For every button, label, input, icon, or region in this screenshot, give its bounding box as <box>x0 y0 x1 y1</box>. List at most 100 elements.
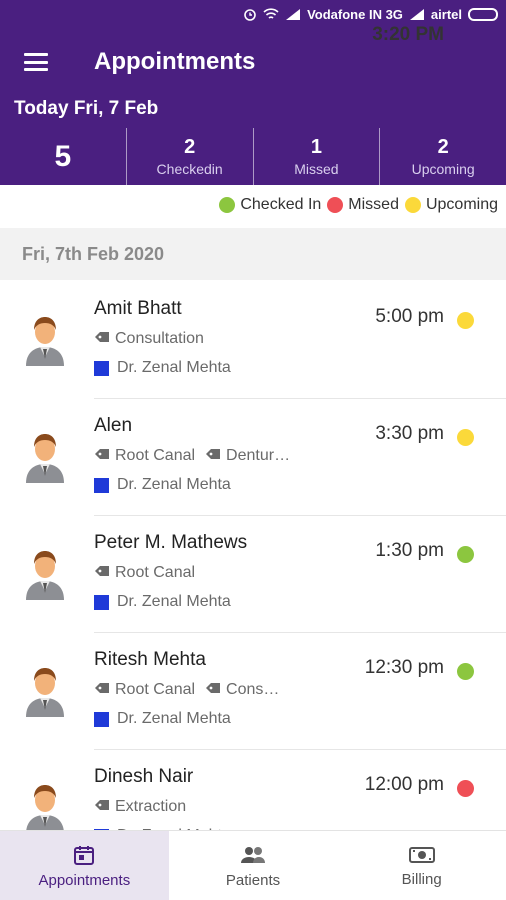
doctor-name: Dr. Zenal Mehta <box>117 359 231 376</box>
stat-total-value: 5 <box>54 139 72 173</box>
stat-value: 2 <box>437 135 449 158</box>
legend-label: Checked In <box>240 196 322 213</box>
appointment-time: 5:00 pm <box>375 306 444 327</box>
procedure-tags: Root Canal Cons… <box>94 681 289 699</box>
doctor-info: Dr. Zenal Mehta <box>94 593 231 611</box>
calendar-icon <box>74 845 95 865</box>
legend-dot-missed <box>327 197 344 213</box>
hamburger-menu-icon <box>24 53 48 71</box>
nav-patients[interactable]: Patients <box>169 831 338 900</box>
appointment-list: Amit Bhatt Consultation Dr. Zenal Mehta 5:0… <box>0 282 506 830</box>
procedure-tags: Root Canal <box>94 564 205 582</box>
appointment-time: 12:00 pm <box>364 774 444 795</box>
legend-label: Upcoming <box>425 196 498 213</box>
nav-billing[interactable]: Billing <box>337 831 506 900</box>
people-icon <box>241 846 265 863</box>
doctor-color-square-icon <box>94 711 109 727</box>
appointment-time: 1:30 pm <box>375 540 444 561</box>
tag-icon <box>205 447 226 465</box>
nav-appointments[interactable]: Appointments <box>0 831 169 900</box>
avatar <box>22 780 68 830</box>
avatar <box>22 663 68 717</box>
signal-icon-2 <box>409 8 424 20</box>
appointment-time: 3:30 pm <box>375 423 444 444</box>
procedure-tag: Root Canal <box>94 447 195 465</box>
tag-icon <box>94 798 115 816</box>
procedure-tags: Root Canal Dentur… <box>94 447 300 465</box>
toolbar: Appointments <box>0 34 506 90</box>
doctor-color-square-icon <box>94 477 109 493</box>
stat-label: Upcoming <box>411 160 475 177</box>
stat-missed[interactable]: 1 Missed <box>252 128 380 185</box>
summary-stats: 5 2 Checkedin 1 Missed 2 Upcoming <box>0 128 506 185</box>
appointment-row[interactable]: Peter M. Mathews Root Canal Dr. Zenal Meht… <box>0 516 506 633</box>
app-header: 3:20 PM Vodafone IN 3G airtel Appointmen… <box>0 0 506 185</box>
procedure-tags: Consultation <box>94 330 214 348</box>
procedure-tag-label: Consultation <box>115 330 204 347</box>
signal-icon <box>286 8 301 20</box>
status-right: Vodafone IN 3G airtel <box>243 7 498 22</box>
appointment-row[interactable]: Dinesh NairExtractionDr. Zenal Mehta12:0… <box>0 750 506 830</box>
doctor-color-square-icon <box>94 594 109 610</box>
money-icon <box>408 846 435 863</box>
procedure-tag: Consultation <box>94 330 204 348</box>
procedure-tag: Cons… <box>205 681 279 699</box>
legend-dot-upcoming <box>404 197 421 213</box>
procedure-tag-label: Root Canal <box>115 681 196 698</box>
procedure-tag: Root Canal <box>94 564 195 582</box>
nav-label: Patients <box>225 871 281 889</box>
stat-label: Missed <box>294 160 339 177</box>
procedure-tag: Extraction <box>94 798 186 816</box>
status-dot <box>457 312 474 329</box>
procedure-tag-label: Extraction <box>115 798 187 815</box>
section-date-label: Fri, 7th Feb 2020 <box>22 243 165 264</box>
patient-name: Amit Bhatt <box>94 298 182 319</box>
legend-dot-checked-in <box>219 197 236 213</box>
tag-icon <box>205 681 226 699</box>
appointment-row[interactable]: Alen Root Canal Dentur… Dr. Zenal Mehta 3:30… <box>0 399 506 516</box>
procedure-tag-label: Dentur… <box>226 447 291 464</box>
section-date-header: Fri, 7th Feb 2020 <box>0 228 506 280</box>
patient-name: Alen <box>94 415 133 436</box>
battery-icon <box>468 7 498 21</box>
procedure-tag-label: Cons… <box>226 681 280 698</box>
nav-label: Billing <box>401 870 442 888</box>
patient-name: Peter M. Mathews <box>94 532 248 553</box>
avatar <box>22 312 68 366</box>
status-dot <box>457 780 474 797</box>
bottom-navigation: Appointments Patients Billing <box>0 830 506 900</box>
doctor-name: Dr. Zenal Mehta <box>117 710 231 727</box>
doctor-name: Dr. Zenal Mehta <box>117 476 231 493</box>
avatar <box>22 546 68 600</box>
legend-label: Missed <box>348 196 399 213</box>
stat-value: 1 <box>310 135 322 158</box>
avatar <box>22 429 68 483</box>
doctor-info: Dr. Zenal Mehta <box>94 476 231 494</box>
status-legend: Checked In Missed Upcoming <box>213 196 498 214</box>
tag-icon <box>94 330 115 348</box>
doctor-info: Dr. Zenal Mehta <box>94 710 231 728</box>
today-date-label: Today Fri, 7 Feb <box>14 98 159 119</box>
appointment-time: 12:30 pm <box>364 657 444 678</box>
status-dot <box>457 546 474 563</box>
menu-button[interactable] <box>0 34 72 90</box>
stat-total[interactable]: 5 <box>0 128 126 185</box>
stat-checkedin[interactable]: 2 Checkedin <box>125 128 253 185</box>
stat-label: Checkedin <box>156 160 223 177</box>
carrier-2: airtel <box>430 6 462 22</box>
doctor-info: Dr. Zenal Mehta <box>94 359 231 377</box>
tag-icon <box>94 564 115 582</box>
procedure-tags: Extraction <box>94 798 196 816</box>
stat-upcoming[interactable]: 2 Upcoming <box>379 128 506 185</box>
nav-label: Appointments <box>38 871 131 889</box>
status-dot <box>457 429 474 446</box>
tag-icon <box>94 681 115 699</box>
appointment-row[interactable]: Amit Bhatt Consultation Dr. Zenal Mehta 5:0… <box>0 282 506 399</box>
status-dot <box>457 663 474 680</box>
procedure-tag: Root Canal <box>94 681 195 699</box>
appointment-row[interactable]: Ritesh Mehta Root Canal Cons… Dr. Zenal Meh… <box>0 633 506 750</box>
patient-name: Dinesh Nair <box>94 766 194 787</box>
patient-name: Ritesh Mehta <box>94 649 206 670</box>
status-bar: 3:20 PM Vodafone IN 3G airtel <box>0 0 506 45</box>
alarm-icon <box>244 9 256 21</box>
